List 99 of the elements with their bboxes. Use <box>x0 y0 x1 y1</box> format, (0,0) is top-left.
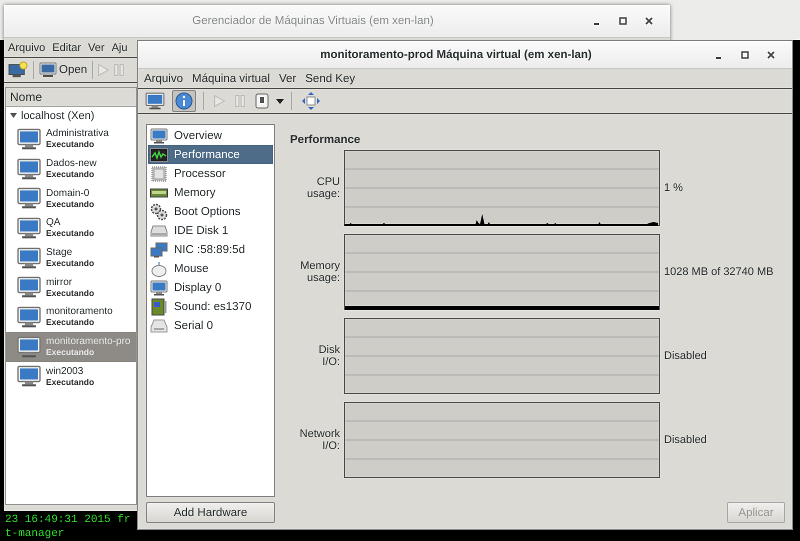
vm-status: Executando <box>46 169 96 180</box>
hardware-item[interactable]: Sound: es1370 <box>148 297 273 316</box>
expander-icon[interactable] <box>10 112 17 119</box>
vm-row[interactable]: Domain-0 Executando <box>6 183 136 214</box>
vm-monitor-icon <box>16 187 42 210</box>
graph-label: Network I/O: <box>300 428 340 452</box>
vm-monitor-icon <box>16 158 42 180</box>
hardware-item[interactable]: NIC :58:89:5d <box>148 240 273 259</box>
move-arrows-icon <box>302 92 320 110</box>
caret-icon[interactable] <box>276 98 284 104</box>
hardware-item[interactable]: Memory <box>148 183 273 202</box>
hardware-item[interactable]: Serial 0 <box>148 316 273 335</box>
terminal-line: t-manager <box>5 527 66 541</box>
vm-row[interactable]: Stage Executando <box>6 242 136 272</box>
vm-monitor-icon <box>16 216 42 239</box>
window-title: monitoramento-prod Máquina virtual (em xen-lan) <box>319 48 593 60</box>
vm-row[interactable]: win2003 Executando <box>6 362 136 392</box>
menu-item[interactable]: Arquivo <box>144 72 183 84</box>
monitor-icon <box>150 280 168 296</box>
play-icon <box>214 95 225 107</box>
vm-name: Dados-new <box>46 158 97 170</box>
details-view-button[interactable] <box>172 90 196 112</box>
vm-monitor-icon <box>16 306 42 328</box>
mouse-icon <box>150 260 168 276</box>
monitor-icon <box>150 128 168 144</box>
open-button[interactable]: Open <box>37 60 90 80</box>
vm-row[interactable]: Dados-new Executando <box>6 154 136 184</box>
vm-status: Executando <box>46 139 96 150</box>
vm-status: Executando <box>46 317 96 328</box>
graph-reading: 1 % <box>664 182 684 194</box>
menu-item[interactable]: Máquina virtual <box>192 72 270 84</box>
vm-name: win2003 <box>46 366 84 377</box>
vm-status: Executando <box>46 288 94 298</box>
maximize-icon[interactable] <box>741 50 749 58</box>
chart-icon <box>150 148 168 162</box>
vm-row[interactable]: mirror Executando <box>6 272 136 302</box>
vm-name: QA <box>46 217 62 228</box>
vm-name: monitoramento <box>46 306 113 318</box>
vm-name: Administrativa <box>46 128 109 140</box>
window-title: Gerenciador de Máquinas Virtuais (em xen-lan) <box>191 15 435 27</box>
graph-reading: 1028 MB of 32740 MB <box>664 266 774 278</box>
host-row[interactable]: localhost (Xen) <box>6 107 136 124</box>
close-icon[interactable] <box>767 50 775 58</box>
play-icon <box>98 64 110 76</box>
memory-module-icon <box>150 188 168 198</box>
vm-row[interactable]: Administrativa Executando <box>6 124 136 154</box>
network-icon <box>150 242 168 258</box>
vm-monitor-icon <box>16 128 42 150</box>
gears-icon <box>150 202 168 220</box>
menu-item[interactable]: Editar <box>52 42 82 54</box>
vm-monitor-icon <box>16 336 42 358</box>
pause-icon <box>235 95 245 107</box>
monitor-icon <box>39 62 57 78</box>
vm-monitor-icon <box>16 276 42 298</box>
vm-row[interactable]: monitoramento Executando <box>6 302 136 332</box>
serial-port-icon <box>150 318 168 332</box>
vm-name: Stage <box>46 247 74 258</box>
maximize-icon[interactable] <box>619 17 627 25</box>
hardware-item[interactable]: Display 0 <box>148 278 273 297</box>
pause-icon <box>114 64 124 76</box>
hardware-item[interactable]: IDE Disk 1 <box>148 221 273 240</box>
menu-item[interactable]: Ver <box>88 42 105 54</box>
hardware-item[interactable]: Boot Options <box>148 202 273 221</box>
graph-reading: Disabled <box>664 434 708 446</box>
column-header[interactable]: Nome <box>6 88 136 107</box>
monitor-icon <box>145 92 165 110</box>
new-vm-icon <box>8 61 28 79</box>
chip-icon <box>150 166 168 182</box>
vm-status: Executando <box>46 228 94 238</box>
hardware-item[interactable]: Processor <box>148 164 273 183</box>
hardware-item[interactable]: Mouse <box>148 259 273 278</box>
sound-card-icon <box>150 298 168 316</box>
vm-name: mirror <box>46 276 74 288</box>
vm-status: Executando <box>46 347 96 358</box>
hardware-item[interactable]: Performance <box>148 145 273 164</box>
vm-status: Executando <box>46 258 94 268</box>
add-hardware-button[interactable]: Add Hardware <box>146 502 275 523</box>
menu-item[interactable]: Aju <box>112 42 128 54</box>
section-title: Performance <box>290 134 362 146</box>
graph-label: Disk I/O: <box>318 344 340 368</box>
graph-reading: Disabled <box>664 350 708 362</box>
disk-drive-icon <box>150 224 168 236</box>
graph-label: Memory usage: <box>300 260 340 284</box>
menu-item[interactable]: Send Key <box>305 72 356 84</box>
vm-name: monitoramento-pro <box>46 336 130 348</box>
info-icon <box>175 92 193 110</box>
terminal-line: 23 16:49:31 2015 fr <box>5 513 130 527</box>
vm-row[interactable]: QA Executando <box>6 213 136 243</box>
vm-name: Domain-0 <box>46 188 90 199</box>
vm-monitor-icon <box>16 365 42 388</box>
vm-monitor-icon <box>16 246 42 269</box>
vm-status: Executando <box>46 198 94 209</box>
hardware-item[interactable]: Overview <box>148 126 273 145</box>
menu-item[interactable]: Arquivo <box>8 42 46 54</box>
close-icon[interactable] <box>645 17 653 25</box>
menu-item[interactable]: Ver <box>278 72 296 84</box>
power-device-icon <box>255 93 269 109</box>
vm-status: Executando <box>46 376 94 387</box>
graph-label: CPU usage: <box>306 176 340 200</box>
